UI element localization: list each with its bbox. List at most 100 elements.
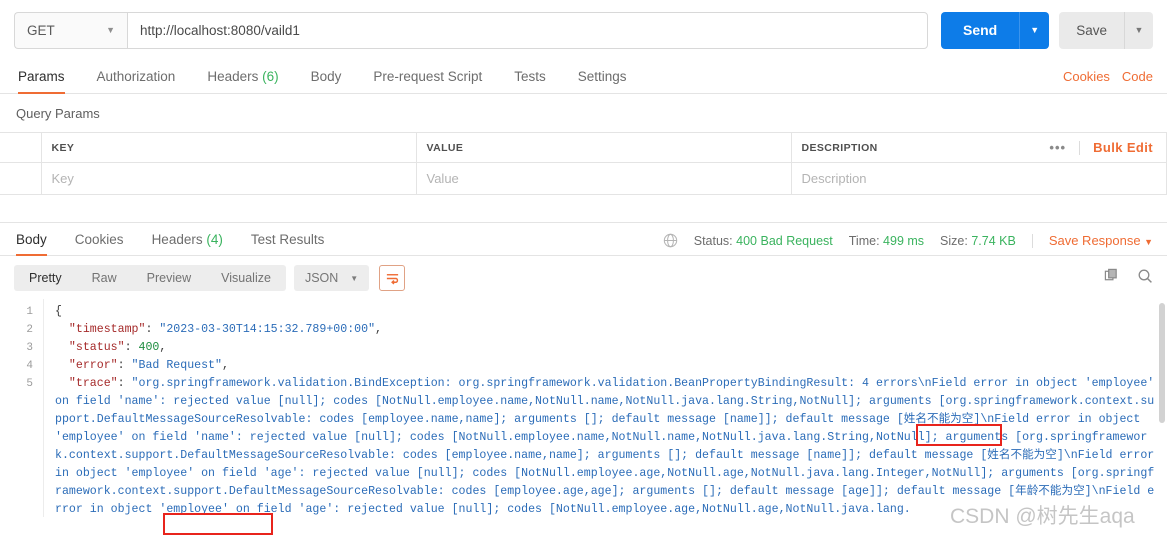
chevron-down-icon: ▼ xyxy=(106,25,115,35)
column-header-description: DESCRIPTION ••• Bulk Edit xyxy=(791,132,1167,163)
view-visualize[interactable]: Visualize xyxy=(206,265,286,291)
code-token: "2023-03-30T14:15:32.789+00:00" xyxy=(159,323,376,336)
code-line: "timestamp": "2023-03-30T14:15:32.789+00… xyxy=(55,321,1155,339)
param-key-input[interactable]: Key xyxy=(41,162,417,195)
size-label: Size: xyxy=(940,233,968,248)
view-raw[interactable]: Raw xyxy=(77,265,132,291)
line-number: 2 xyxy=(26,324,33,336)
code-line: "error": "Bad Request", xyxy=(55,357,1155,375)
time-value: 499 ms xyxy=(883,233,925,248)
response-tab-cookies[interactable]: Cookies xyxy=(61,232,138,255)
tab-body[interactable]: Body xyxy=(295,69,358,93)
response-tabs: Body Cookies Headers (4) Test Results St… xyxy=(0,223,1167,256)
tab-pre-request-script[interactable]: Pre-request Script xyxy=(357,69,498,93)
param-description-input[interactable]: Description xyxy=(791,162,1167,195)
row-checkbox-cell[interactable] xyxy=(0,162,42,195)
request-url-input[interactable]: http://localhost:8080/vaild1 xyxy=(127,11,928,49)
response-headers-count: (4) xyxy=(206,232,223,247)
code-link[interactable]: Code xyxy=(1122,69,1153,84)
status-value: 400 Bad Request xyxy=(736,233,833,248)
bulk-edit-link[interactable]: Bulk Edit xyxy=(1093,140,1153,155)
code-token: "trace" xyxy=(68,377,118,390)
body-format-select[interactable]: JSON ▼ xyxy=(293,265,370,291)
code-token: : xyxy=(145,323,160,336)
status-label: Status: xyxy=(693,233,733,248)
code-line: { xyxy=(55,303,1155,321)
line-number: 4 xyxy=(26,360,33,372)
line-number: 3 xyxy=(26,342,33,354)
code-token: , xyxy=(221,359,229,372)
code-token: , xyxy=(159,341,167,354)
tab-settings[interactable]: Settings xyxy=(562,69,643,93)
table-row: Key Value Description xyxy=(0,162,1167,195)
http-method-select[interactable]: GET ▼ xyxy=(14,11,127,49)
code-token: 400 xyxy=(138,341,160,354)
code-token: "status" xyxy=(68,341,125,354)
tab-tests[interactable]: Tests xyxy=(498,69,562,93)
request-url-bar: GET ▼ http://localhost:8080/vaild1 Send … xyxy=(0,0,1167,60)
save-button-group: Save ▼ xyxy=(1059,11,1153,49)
tab-headers[interactable]: Headers (6) xyxy=(191,69,294,93)
line-number: 5 xyxy=(26,378,33,390)
select-all-cell[interactable] xyxy=(0,132,42,163)
tab-label: Settings xyxy=(577,69,627,84)
wrap-lines-icon[interactable] xyxy=(379,265,406,291)
tab-params[interactable]: Params xyxy=(14,69,81,94)
tab-label: Body xyxy=(16,232,47,247)
code-token: "timestamp" xyxy=(68,323,146,336)
tab-label: Tests xyxy=(514,69,546,84)
request-tabs: Params Authorization Headers (6) Body Pr… xyxy=(0,60,1167,94)
response-tab-body[interactable]: Body xyxy=(14,232,61,256)
body-view-switcher: Pretty Raw Preview Visualize xyxy=(14,265,286,291)
code-token: "error" xyxy=(68,359,118,372)
tab-label: Test Results xyxy=(250,232,325,247)
divider xyxy=(1031,233,1033,248)
json-code-content[interactable]: {"timestamp": "2023-03-30T14:15:32.789+0… xyxy=(44,299,1167,517)
param-value-input[interactable]: Value xyxy=(416,162,792,195)
tab-label: Pre-request Script xyxy=(373,69,483,84)
chevron-down-icon: ▼ xyxy=(350,273,359,283)
column-header-description-label: DESCRIPTION xyxy=(801,141,878,154)
save-response-button[interactable]: Save Response ▼ xyxy=(1049,233,1153,248)
send-button[interactable]: Send xyxy=(940,11,1020,49)
code-token: "Bad Request" xyxy=(131,359,222,372)
query-params-title: Query Params xyxy=(16,106,100,121)
tab-label: Cookies xyxy=(74,232,124,247)
request-tabs-actions: Cookies Code xyxy=(1063,69,1153,93)
divider xyxy=(1079,140,1081,155)
save-button[interactable]: Save xyxy=(1059,11,1124,49)
code-token: , xyxy=(375,323,383,336)
copy-icon[interactable] xyxy=(1104,268,1119,288)
more-options-icon[interactable]: ••• xyxy=(1049,140,1066,155)
vertical-scrollbar[interactable] xyxy=(1159,303,1165,423)
response-meta: Status: 400 Bad Request Time: 499 ms Siz… xyxy=(663,233,1153,255)
tab-headers-count: (6) xyxy=(262,69,279,84)
view-preview[interactable]: Preview xyxy=(132,265,206,291)
tab-label: Headers xyxy=(151,232,203,247)
tab-label: Body xyxy=(310,69,342,84)
postman-window: GET ▼ http://localhost:8080/vaild1 Send … xyxy=(0,0,1167,535)
column-header-key: KEY xyxy=(41,132,417,163)
view-pretty[interactable]: Pretty xyxy=(14,265,77,291)
http-method-value: GET xyxy=(27,22,55,38)
tab-label: Authorization xyxy=(96,69,176,84)
panel-divider xyxy=(0,195,1167,223)
response-tab-headers[interactable]: Headers (4) xyxy=(138,232,237,255)
column-header-value: VALUE xyxy=(416,132,792,163)
response-body-viewer[interactable]: 1 2 3 4 5 {"timestamp": "2023-03-30T14:1… xyxy=(0,299,1167,517)
size-field: Size: 7.74 KB xyxy=(940,234,1016,248)
status-field: Status: 400 Bad Request xyxy=(694,234,833,248)
tab-authorization[interactable]: Authorization xyxy=(81,69,192,93)
response-body-toolbar: Pretty Raw Preview Visualize JSON ▼ xyxy=(0,256,1167,299)
save-options-caret-icon[interactable]: ▼ xyxy=(1124,11,1153,49)
globe-icon xyxy=(663,233,678,248)
cookies-link[interactable]: Cookies xyxy=(1063,69,1110,84)
chevron-down-icon: ▼ xyxy=(1144,237,1153,247)
send-options-caret-icon[interactable]: ▼ xyxy=(1019,11,1050,49)
search-icon[interactable] xyxy=(1137,268,1153,289)
send-button-group: Send ▼ xyxy=(940,11,1050,49)
code-token: "org.springframework.validation.BindExce… xyxy=(55,377,1162,516)
response-tab-test-results[interactable]: Test Results xyxy=(237,232,339,255)
code-line: "status": 400, xyxy=(55,339,1155,357)
query-params-table: KEY VALUE DESCRIPTION ••• Bulk Edit Key … xyxy=(0,132,1167,195)
